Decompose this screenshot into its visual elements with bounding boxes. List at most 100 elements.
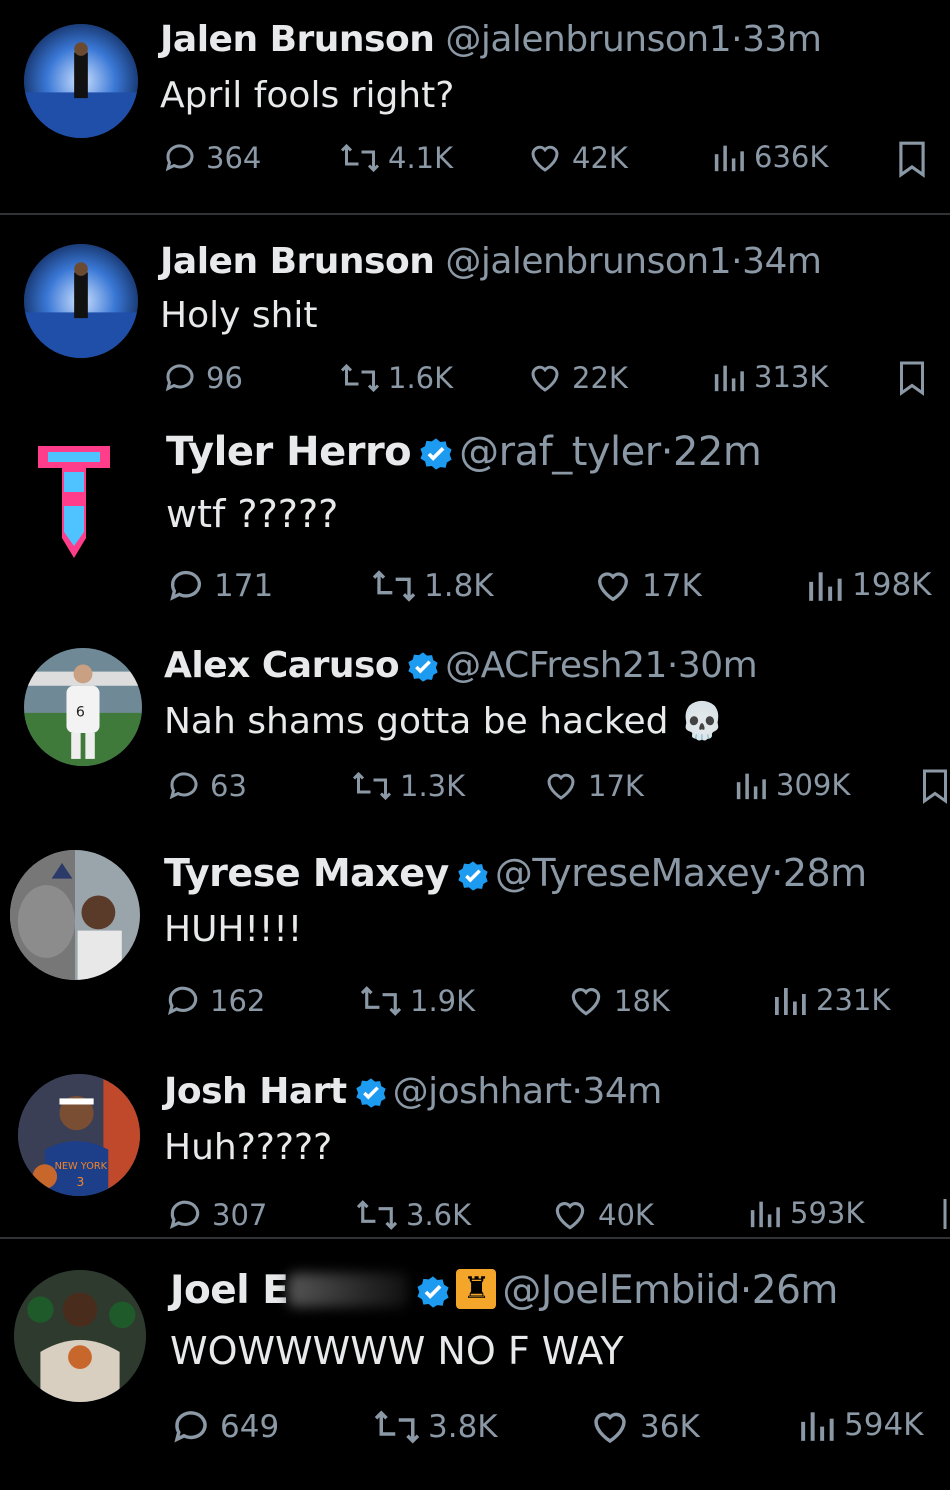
view-count: 593K xyxy=(790,1196,865,1230)
like-button[interactable]: 17K xyxy=(592,566,702,606)
display-name[interactable]: Jalen Brunson xyxy=(160,19,435,60)
display-name[interactable]: Alex Caruso xyxy=(164,645,400,686)
tweet[interactable]: Jalen Brunson @jalenbrunson1·33m April f… xyxy=(0,0,950,214)
bookmark-icon xyxy=(923,769,947,804)
reply-button[interactable]: 96 xyxy=(162,360,243,396)
avatar[interactable] xyxy=(34,442,114,562)
reply-button[interactable]: 649 xyxy=(170,1406,279,1448)
views-button[interactable]: 231K xyxy=(772,982,890,1018)
heart-icon xyxy=(594,1412,626,1444)
retweet-button[interactable]: 1.9K xyxy=(360,982,475,1020)
reply-icon xyxy=(165,144,194,172)
avatar[interactable]: NEW YORK 3 xyxy=(18,1074,140,1196)
timestamp[interactable]: 33m xyxy=(742,19,822,60)
retweet-button[interactable]: 1.6K xyxy=(340,360,453,396)
avatar[interactable]: 6 xyxy=(24,648,142,766)
retweet-icon xyxy=(372,570,416,602)
timestamp[interactable]: 26m xyxy=(752,1268,839,1313)
tweet-header: Jalen Brunson @jalenbrunson1·34m xyxy=(160,240,822,284)
like-button[interactable]: 22K xyxy=(526,360,628,396)
handle[interactable]: @TyreseMaxey xyxy=(495,851,772,895)
like-count: 36K xyxy=(640,1409,700,1445)
retweet-icon xyxy=(374,1410,420,1444)
display-name[interactable]: Tyler Herro xyxy=(166,429,412,475)
tweet[interactable]: Tyrese Maxey @TyreseMaxey·28m HUH!!!! 162… xyxy=(0,842,950,1062)
tweet[interactable]: 6 Alex Caruso @ACFresh21·30m Nah shams go… xyxy=(0,636,950,842)
timestamp[interactable]: 28m xyxy=(783,851,867,895)
tweet[interactable]: Joel E ♜ @JoelEmbiid·26m WOWWWWW NO F WAY … xyxy=(0,1240,950,1490)
tweet-header: Jalen Brunson @jalenbrunson1·33m xyxy=(160,18,822,62)
tweet[interactable]: Tyler Herro @raf_tyler·22m wtf ????? 171 … xyxy=(0,428,950,636)
view-count: 636K xyxy=(754,140,829,174)
views-button[interactable]: 636K xyxy=(712,140,828,174)
reply-button[interactable]: 171 xyxy=(166,566,273,606)
like-button[interactable]: 18K xyxy=(566,982,670,1020)
handle[interactable]: @ACFresh21 xyxy=(445,645,667,686)
avatar[interactable] xyxy=(24,244,138,358)
action-bar: 364 4.1K 42K 636K xyxy=(160,140,940,184)
action-bar: 171 1.8K 17K 198K xyxy=(166,566,946,610)
bookmark-icon xyxy=(900,361,924,396)
reply-button[interactable]: 364 xyxy=(162,140,261,176)
views-button[interactable]: 309K xyxy=(734,768,850,802)
tweet[interactable]: Jalen Brunson @jalenbrunson1·34m Holy sh… xyxy=(0,214,950,428)
display-name[interactable]: Jalen Brunson xyxy=(160,241,435,282)
view-count: 594K xyxy=(844,1407,924,1443)
tweet-header: Josh Hart @joshhart·34m xyxy=(164,1070,662,1114)
like-button[interactable]: 17K xyxy=(542,768,644,804)
timestamp[interactable]: 22m xyxy=(673,429,762,475)
reply-count: 364 xyxy=(206,141,262,175)
reply-count: 96 xyxy=(206,361,243,395)
retweet-count: 1.8K xyxy=(424,568,494,604)
avatar[interactable] xyxy=(24,24,138,138)
bookmark-button[interactable] xyxy=(896,140,928,178)
views-button[interactable]: 593K xyxy=(748,1196,864,1230)
tweet-header: Joel E ♜ @JoelEmbiid·26m xyxy=(170,1268,838,1314)
reply-button[interactable]: 162 xyxy=(164,982,265,1020)
retweet-icon xyxy=(340,363,380,393)
reply-button[interactable]: 63 xyxy=(166,768,247,804)
timestamp[interactable]: 30m xyxy=(678,645,758,686)
views-button[interactable]: 198K xyxy=(806,566,932,604)
verified-badge-icon xyxy=(417,1276,449,1308)
bookmark-button[interactable] xyxy=(920,768,950,804)
retweet-button[interactable]: 1.3K xyxy=(352,768,465,804)
bookmark-button[interactable] xyxy=(896,360,928,396)
reply-button[interactable]: 307 xyxy=(166,1196,267,1234)
tweet-text: Nah shams gotta be hacked xyxy=(164,701,669,742)
views-button[interactable]: 313K xyxy=(712,360,828,394)
handle[interactable]: @raf_tyler xyxy=(459,429,661,475)
heart-icon xyxy=(547,773,575,800)
bookmark-button[interactable] xyxy=(940,1196,950,1232)
retweet-button[interactable]: 3.8K xyxy=(374,1406,498,1448)
like-button[interactable]: 42K xyxy=(526,140,628,176)
handle[interactable]: @JoelEmbiid xyxy=(502,1268,740,1313)
handle[interactable]: @jalenbrunson1 xyxy=(445,241,731,282)
handle[interactable]: @joshhart xyxy=(393,1071,572,1112)
display-name[interactable]: Tyrese Maxey xyxy=(164,851,449,895)
timestamp[interactable]: 34m xyxy=(742,241,822,282)
reply-count: 63 xyxy=(210,769,247,803)
avatar[interactable] xyxy=(14,1270,146,1402)
tweet-text-row: Nah shams gotta be hacked 💀 xyxy=(164,700,725,744)
retweet-count: 3.6K xyxy=(406,1198,472,1232)
like-button[interactable]: 36K xyxy=(588,1406,700,1448)
display-name[interactable]: Joel E xyxy=(170,1268,289,1313)
view-count: 309K xyxy=(776,768,851,802)
display-name[interactable]: Josh Hart xyxy=(164,1071,347,1112)
skull-emoji: 💀 xyxy=(679,701,725,742)
like-count: 40K xyxy=(598,1198,654,1232)
action-bar: 63 1.3K 17K 309K xyxy=(164,768,950,812)
like-button[interactable]: 40K xyxy=(550,1196,654,1234)
retweet-button[interactable]: 1.8K xyxy=(372,566,494,606)
retweet-button[interactable]: 4.1K xyxy=(340,140,453,176)
action-bar: 307 3.6K 40K 593K xyxy=(164,1196,950,1240)
views-icon xyxy=(809,572,842,601)
views-button[interactable]: 594K xyxy=(798,1406,924,1444)
handle[interactable]: @jalenbrunson1 xyxy=(445,19,731,60)
timestamp[interactable]: 34m xyxy=(582,1071,662,1112)
retweet-button[interactable]: 3.6K xyxy=(356,1196,471,1234)
tweet[interactable]: NEW YORK 3 Josh Hart @joshhart·34m Huh????… xyxy=(0,1062,950,1238)
reply-icon xyxy=(169,1200,200,1230)
avatar[interactable] xyxy=(10,850,140,980)
